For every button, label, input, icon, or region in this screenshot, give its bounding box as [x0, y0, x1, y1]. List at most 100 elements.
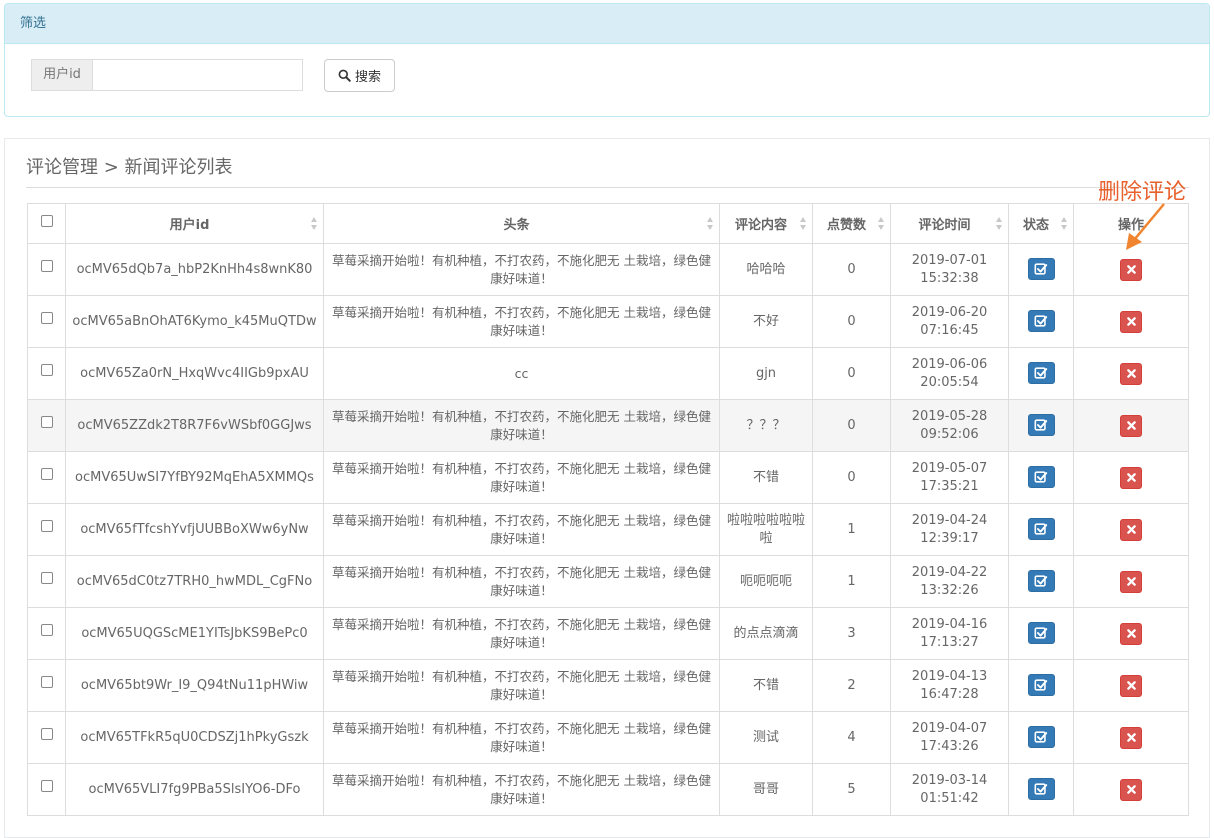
col-header-user-id[interactable]: 用户id: [65, 203, 324, 244]
table-row: ocMV65ZZdk2T8R7F6vWSbf0GGJws 草莓采摘开始啦！有机种植…: [27, 399, 1189, 452]
status-edit-button[interactable]: [1027, 673, 1055, 696]
row-checkbox[interactable]: [40, 676, 53, 688]
row-checkbox[interactable]: [40, 572, 53, 584]
delete-comment-button[interactable]: [1120, 674, 1142, 697]
status-edit-button[interactable]: [1027, 361, 1055, 384]
cell-status: [1008, 399, 1074, 452]
status-edit-button[interactable]: [1027, 725, 1055, 748]
table-row: ocMV65TFkR5qU0CDSZj1hPkyGszk 草莓采摘开始啦！有机种植…: [27, 711, 1189, 764]
cell-likes: 0: [812, 451, 891, 504]
comment-clock: 20:05:54: [920, 374, 979, 390]
delete-comment-button[interactable]: [1120, 518, 1142, 541]
delete-comment-button[interactable]: [1120, 310, 1142, 333]
cell-user-id: ocMV65dQb7a_hbP2KnHh4s8wnK80: [65, 243, 324, 296]
cell-user-id: ocMV65ZZdk2T8R7F6vWSbf0GGJws: [65, 399, 324, 452]
delete-comment-button[interactable]: [1120, 726, 1142, 749]
search-button-label: 搜索: [354, 69, 381, 84]
comment-date: 2019-05-28: [911, 408, 988, 424]
row-checkbox[interactable]: [40, 416, 53, 428]
cell-status: [1008, 503, 1074, 556]
cell-content: 哈哈哈: [719, 243, 813, 296]
sort-icon: [1061, 217, 1068, 231]
cell-likes: 0: [812, 295, 891, 348]
check-square-icon: [1034, 366, 1048, 379]
cell-user-id: ocMV65bt9Wr_I9_Q94tNu11pHWiw: [65, 659, 324, 712]
cell-likes: 3: [812, 607, 891, 660]
user-id-input-group: 用户id: [31, 59, 303, 91]
col-header-content[interactable]: 评论内容: [719, 203, 813, 244]
sort-icon: [311, 217, 318, 231]
row-select-cell: [27, 399, 66, 452]
delete-comment-button[interactable]: [1120, 778, 1142, 801]
row-select-cell: [27, 295, 66, 348]
delete-comment-button[interactable]: [1120, 258, 1142, 281]
row-checkbox[interactable]: [40, 624, 53, 636]
sort-icon: [800, 217, 807, 231]
cell-user-id: ocMV65fTfcshYvfjUUBBoXWw6yNw: [65, 503, 324, 556]
col-header-likes[interactable]: 点赞数: [812, 203, 891, 244]
cell-content: 不错: [719, 659, 813, 712]
comment-clock: 16:47:28: [920, 686, 979, 702]
row-checkbox[interactable]: [40, 728, 53, 740]
col-header-status[interactable]: 状态: [1008, 203, 1074, 244]
cell-actions: [1073, 295, 1189, 348]
select-all-checkbox[interactable]: [40, 214, 53, 227]
cell-headline: 草莓采摘开始啦！有机种植，不打农药，不施化肥无 土栽培，绿色健康好味道！: [323, 295, 720, 348]
search-button[interactable]: 搜索: [324, 59, 395, 92]
cell-content: 啦啦啦啦啦啦啦: [719, 503, 813, 556]
row-checkbox[interactable]: [40, 260, 53, 272]
cell-likes: 4: [812, 711, 891, 764]
comment-clock: 13:32:26: [920, 582, 979, 598]
comment-date: 2019-05-07: [911, 460, 988, 476]
delete-comment-button[interactable]: [1120, 414, 1142, 437]
cell-time: 2019-04-13 16:47:28: [890, 659, 1009, 712]
sort-icon: [996, 217, 1003, 231]
cell-status: [1008, 659, 1074, 712]
status-edit-button[interactable]: [1027, 569, 1055, 592]
status-edit-button[interactable]: [1027, 309, 1055, 332]
cell-actions: [1073, 711, 1189, 764]
cell-time: 2019-07-01 15:32:38: [890, 243, 1009, 296]
row-select-cell: [27, 763, 66, 816]
status-edit-button[interactable]: [1027, 621, 1055, 644]
delete-comment-button[interactable]: [1120, 362, 1142, 385]
table-row: ocMV65dQb7a_hbP2KnHh4s8wnK80 草莓采摘开始啦！有机种植…: [27, 243, 1189, 296]
comment-clock: 09:52:06: [920, 426, 979, 442]
cell-time: 2019-04-07 17:43:26: [890, 711, 1009, 764]
row-checkbox[interactable]: [40, 364, 53, 376]
table-row: ocMV65UwSI7YfBY92MqEhA5XMMQs 草莓采摘开始啦！有机种植…: [27, 451, 1189, 504]
cell-status: [1008, 295, 1074, 348]
status-edit-button[interactable]: [1027, 413, 1055, 436]
delete-comment-button[interactable]: [1120, 466, 1142, 489]
cell-likes: 0: [812, 399, 891, 452]
check-square-icon: [1034, 782, 1048, 795]
row-checkbox[interactable]: [40, 312, 53, 324]
status-edit-button[interactable]: [1027, 517, 1055, 540]
table-row: ocMV65dC0tz7TRH0_hwMDL_CgFNo 草莓采摘开始啦！有机种植…: [27, 555, 1189, 608]
check-square-icon: [1034, 626, 1048, 639]
cell-time: 2019-04-24 12:39:17: [890, 503, 1009, 556]
status-edit-button[interactable]: [1027, 257, 1055, 280]
cell-content: 不错: [719, 451, 813, 504]
sort-icon: [707, 217, 714, 231]
check-square-icon: [1034, 574, 1048, 587]
check-square-icon: [1034, 522, 1048, 535]
cell-actions: [1073, 659, 1189, 712]
cell-actions: [1073, 451, 1189, 504]
col-header-headline[interactable]: 头条: [323, 203, 720, 244]
row-checkbox[interactable]: [40, 468, 53, 480]
delete-comment-button[interactable]: [1120, 570, 1142, 593]
cell-time: 2019-06-06 20:05:54: [890, 347, 1009, 400]
times-icon: [1126, 785, 1136, 794]
status-edit-button[interactable]: [1027, 777, 1055, 800]
row-checkbox[interactable]: [40, 520, 53, 532]
row-checkbox[interactable]: [40, 780, 53, 792]
cell-status: [1008, 347, 1074, 400]
status-edit-button[interactable]: [1027, 465, 1055, 488]
user-id-input[interactable]: [93, 60, 302, 90]
cell-user-id: ocMV65Za0rN_HxqWvc4IIGb9pxAU: [65, 347, 324, 400]
filter-heading: 筛选: [5, 4, 1209, 44]
delete-comment-button[interactable]: [1120, 622, 1142, 645]
row-select-cell: [27, 347, 66, 400]
col-header-time[interactable]: 评论时间: [890, 203, 1009, 244]
